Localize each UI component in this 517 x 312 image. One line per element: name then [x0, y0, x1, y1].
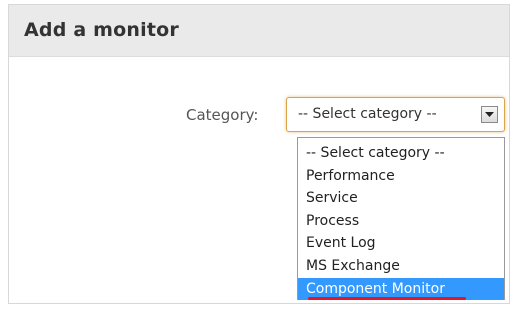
page-title: Add a monitor: [24, 19, 179, 41]
category-select-value: -- Select category --: [298, 106, 437, 122]
chevron-down-icon-glyph: [485, 112, 494, 117]
dropdown-option-select-category[interactable]: -- Select category --: [298, 142, 504, 165]
category-label: Category:: [186, 106, 259, 124]
dropdown-option-event-log[interactable]: Event Log: [298, 232, 504, 255]
red-underline-annotation: [308, 297, 466, 301]
dropdown-option-ms-exchange[interactable]: MS Exchange: [298, 255, 504, 278]
dropdown-option-service[interactable]: Service: [298, 187, 504, 210]
dropdown-option-process[interactable]: Process: [298, 210, 504, 233]
chevron-down-icon[interactable]: [481, 106, 498, 123]
dropdown-option-component-monitor-label: Component Monitor: [306, 280, 445, 297]
panel-header: Add a monitor: [9, 5, 509, 57]
category-select[interactable]: -- Select category --: [286, 97, 505, 132]
dropdown-option-component-monitor[interactable]: Component Monitor: [298, 277, 504, 301]
dropdown-option-performance[interactable]: Performance: [298, 165, 504, 188]
category-dropdown-list: -- Select category -- Performance Servic…: [297, 137, 505, 301]
